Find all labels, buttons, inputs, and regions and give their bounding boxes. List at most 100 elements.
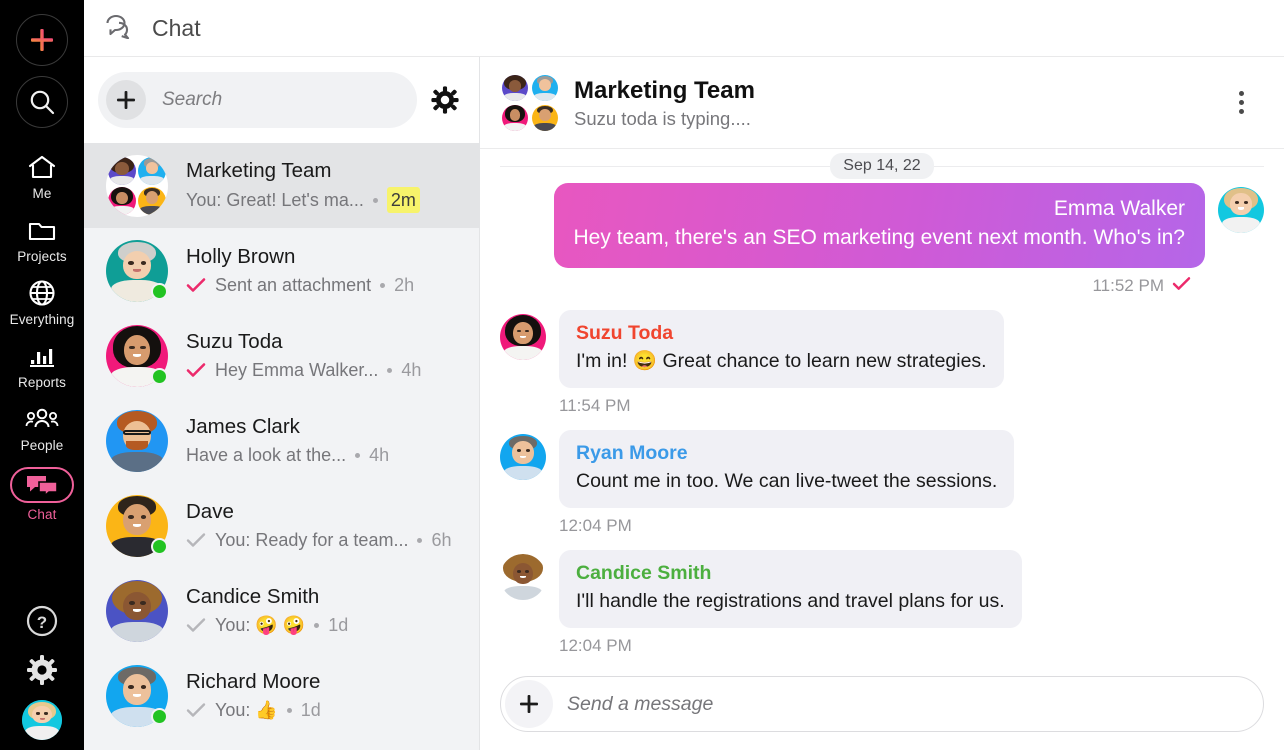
message-input[interactable] [567,693,1263,716]
read-receipt-check-icon [1172,276,1191,296]
message-list: Sep 14, 22 Emma Walker Hey team, there's… [480,149,1284,670]
chat-app: Me Projects Everything [0,0,1284,750]
list-item[interactable]: Dave You: Ready for a team... 6h [84,483,479,568]
people-icon [24,404,60,434]
message-outgoing: Emma Walker Hey team, there's an SEO mar… [500,183,1264,268]
message-text: Count me in too. We can live-tweet the s… [576,468,997,495]
separator-dot [287,708,292,713]
sidebar-item-label: Me [33,186,52,201]
message-timestamp: 11:54 PM [500,396,1264,416]
kebab-menu-icon[interactable] [1224,86,1258,120]
content-body: Marketing Team You: Great! Let's ma... 2… [84,57,1284,750]
search-icon [28,88,56,116]
timestamp-text: 11:52 PM [1092,276,1164,296]
search-bar[interactable] [98,72,417,128]
list-item-name: Holly Brown [186,244,463,270]
add-button[interactable] [16,14,68,66]
conversation-title: Marketing Team [574,76,1224,106]
typing-status: Suzu toda is typing.... [574,108,1224,130]
composer-box[interactable] [500,676,1264,732]
list-item-text: Dave You: Ready for a team... 6h [186,499,463,552]
conversation-panel: Marketing Team Suzu toda is typing.... S… [480,57,1284,750]
list-settings-button[interactable] [425,80,465,120]
group-avatar [502,75,558,131]
list-item-name: Candice Smith [186,584,463,610]
chat-bubbles-icon [25,474,59,496]
list-item[interactable]: Suzu Toda Hey Emma Walker... 4h [84,313,479,398]
list-item[interactable]: Holly Brown Sent an attachment 2h [84,228,479,313]
search-input[interactable] [162,89,409,111]
list-item-preview: You: 🤪 🤪 [215,613,305,637]
list-item-time: 4h [401,358,421,382]
avatar [500,314,546,360]
read-receipt-check-icon [186,277,206,293]
list-header [84,57,479,143]
left-nav-rail: Me Projects Everything [0,0,84,750]
message-text: I'm in! 😄 Great chance to learn new stra… [576,348,987,375]
message-bubble: Emma Walker Hey team, there's an SEO mar… [554,183,1205,268]
plus-icon [29,27,55,53]
avatar [106,240,168,302]
timestamp-text: 12:04 PM [559,516,632,535]
conversation-rows: Marketing Team You: Great! Let's ma... 2… [84,143,479,750]
list-item-preview: You: 👍 [215,698,278,722]
list-item-time: 1d [328,613,348,637]
list-item-name: Marketing Team [186,158,463,184]
message-composer [480,670,1284,750]
list-item-text: Suzu Toda Hey Emma Walker... 4h [186,329,463,382]
settings-button[interactable] [23,651,61,689]
list-item-name: Dave [186,499,463,525]
main-area: Chat [84,0,1284,750]
message-timestamp: 12:04 PM [500,636,1264,656]
list-item-preview: Hey Emma Walker... [215,358,378,382]
list-item-subtitle: You: 🤪 🤪 1d [186,613,463,637]
list-item-subtitle: You: 👍 1d [186,698,463,722]
date-separator: Sep 14, 22 [500,149,1264,183]
avatar [1218,187,1264,233]
list-item[interactable]: Candice Smith You: 🤪 🤪 1d [84,568,479,653]
message-incoming: Suzu Toda I'm in! 😄 Great chance to lear… [500,310,1264,388]
new-chat-button[interactable] [106,80,146,120]
attach-button[interactable] [505,680,553,728]
list-item-name: Richard Moore [186,669,463,695]
globe-icon [24,278,60,308]
gear-icon [26,654,58,686]
list-item-name: Suzu Toda [186,329,463,355]
sidebar-item-label: Chat [28,507,57,522]
date-chip: Sep 14, 22 [830,153,933,179]
list-item-text: Candice Smith You: 🤪 🤪 1d [186,584,463,637]
list-item-text: Richard Moore You: 👍 1d [186,669,463,722]
read-receipt-check-icon [186,702,206,718]
home-icon [24,152,60,182]
list-item-text: Holly Brown Sent an attachment 2h [186,244,463,297]
current-user-avatar[interactable] [22,700,62,740]
svg-text:?: ? [37,613,47,632]
list-item-subtitle: Hey Emma Walker... 4h [186,358,463,382]
online-status-dot [151,708,168,725]
sidebar-item-label: Projects [17,249,67,264]
help-button[interactable]: ? [23,602,61,640]
list-item-time: 6h [431,528,451,552]
read-receipt-check-icon [186,362,206,378]
message-sender: Suzu Toda [576,321,987,346]
avatar [106,410,168,472]
read-receipt-check-icon [186,617,206,633]
bar-chart-icon [24,341,60,371]
sidebar-item-chat[interactable]: Chat [0,467,84,522]
message-incoming: Candice Smith I'll handle the registrati… [500,550,1264,628]
list-item-preview: Sent an attachment [215,273,371,297]
online-status-dot [151,283,168,300]
avatar [106,155,168,217]
list-item[interactable]: Richard Moore You: 👍 1d [84,653,479,738]
search-button[interactable] [16,76,68,128]
plus-icon [115,89,137,111]
sidebar-item-everything[interactable]: Everything [0,278,84,327]
sidebar-item-people[interactable]: People [0,404,84,453]
sidebar-item-me[interactable]: Me [0,152,84,201]
sidebar-item-reports[interactable]: Reports [0,341,84,390]
sidebar-item-projects[interactable]: Projects [0,215,84,264]
list-item-text: James Clark Have a look at the... 4h [186,414,463,467]
list-item[interactable]: James Clark Have a look at the... 4h [84,398,479,483]
list-item[interactable]: Marketing Team You: Great! Let's ma... 2… [84,143,479,228]
list-item-preview: Have a look at the... [186,443,346,467]
